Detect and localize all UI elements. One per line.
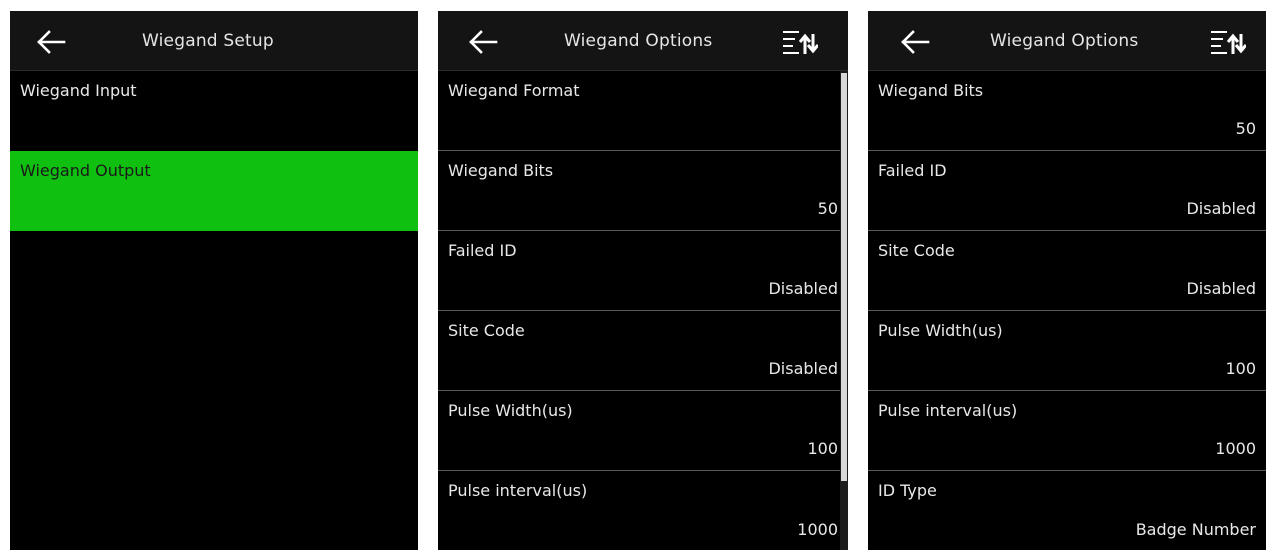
option-wiegand-bits[interactable]: Wiegand Bits 50 [438,151,848,231]
wiegand-setup-screen: Wiegand Setup Wiegand Input Wiegand Outp… [10,11,418,550]
option-value: 50 [817,199,838,218]
option-site-code[interactable]: Site Code Disabled [438,311,848,391]
option-label: Failed ID [448,241,517,260]
option-label: Site Code [878,241,955,260]
option-label: ID Type [878,481,937,500]
option-value: 100 [807,439,838,458]
sort-icon[interactable] [782,28,818,56]
option-label: Pulse Width(us) [448,401,573,420]
back-arrow-icon[interactable] [898,25,932,59]
back-arrow-icon[interactable] [34,25,68,59]
option-label: Pulse interval(us) [448,481,588,500]
option-label: Pulse Width(us) [878,321,1003,340]
option-value: Disabled [768,359,838,378]
option-label: Site Code [448,321,525,340]
option-id-type[interactable]: ID Type Badge Number [868,471,1266,550]
option-value: Disabled [1186,199,1256,218]
menu-item-wiegand-output[interactable]: Wiegand Output [10,151,418,231]
option-value: Disabled [1186,279,1256,298]
page-title: Wiegand Options [990,31,1139,51]
page-title: Wiegand Options [564,31,713,51]
option-pulse-interval[interactable]: Pulse interval(us) 1000 [868,391,1266,471]
page-title: Wiegand Setup [142,31,274,51]
option-wiegand-format[interactable]: Wiegand Format [438,71,848,151]
option-pulse-width[interactable]: Pulse Width(us) 100 [438,391,848,471]
sort-icon[interactable] [1210,28,1246,56]
menu-item-label: Wiegand Output [20,161,151,180]
header: Wiegand Options [438,11,848,71]
wiegand-options-screen: Wiegand Options Wiegand Format Wiegand B… [438,11,848,550]
option-value: 50 [1235,119,1256,138]
option-label: Wiegand Format [448,81,580,100]
back-arrow-icon[interactable] [466,25,500,59]
option-pulse-interval[interactable]: Pulse interval(us) 1000 [438,471,848,550]
option-value: 1000 [1215,439,1256,458]
option-pulse-width[interactable]: Pulse Width(us) 100 [868,311,1266,391]
menu-item-wiegand-input[interactable]: Wiegand Input [10,71,418,151]
option-label: Failed ID [878,161,947,180]
option-value: Badge Number [1135,520,1256,539]
option-site-code[interactable]: Site Code Disabled [868,231,1266,311]
menu-item-label: Wiegand Input [20,81,137,100]
option-value: 1000 [797,520,838,539]
option-wiegand-bits[interactable]: Wiegand Bits 50 [868,71,1266,151]
header: Wiegand Setup [10,11,418,71]
option-label: Wiegand Bits [448,161,554,180]
wiegand-options-screen-scrolled: Wiegand Options Wiegand Bits 50 Failed I… [868,11,1266,550]
option-label: Wiegand Bits [878,81,984,100]
option-value: 100 [1225,359,1256,378]
option-failed-id[interactable]: Failed ID Disabled [868,151,1266,231]
option-label: Pulse interval(us) [878,401,1018,420]
header: Wiegand Options [868,11,1266,71]
option-failed-id[interactable]: Failed ID Disabled [438,231,848,311]
option-value: Disabled [768,279,838,298]
scrollbar-thumb[interactable] [841,73,847,481]
